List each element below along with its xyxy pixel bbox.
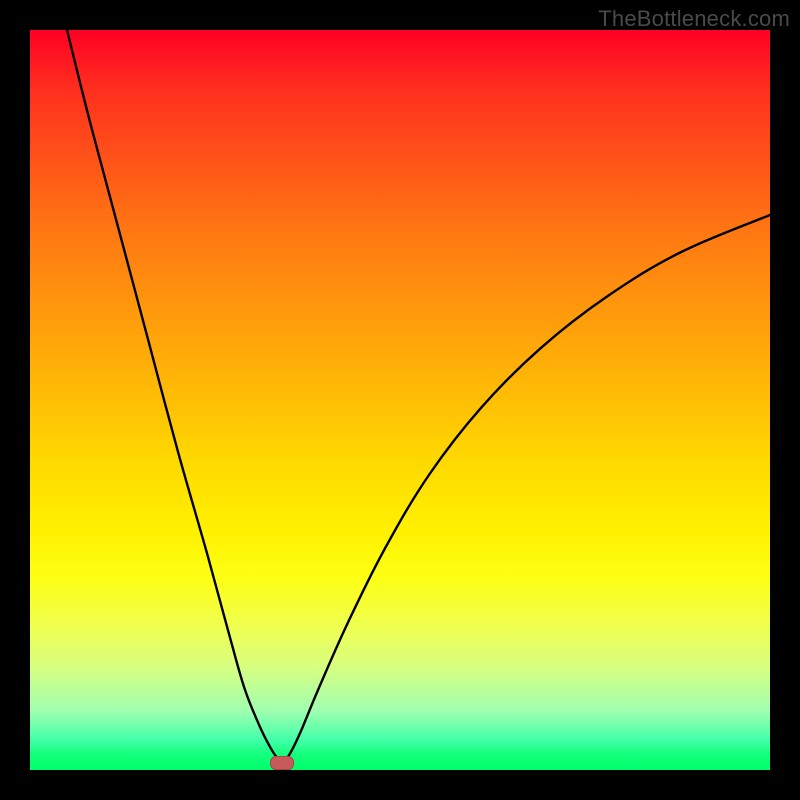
optimal-point-marker <box>270 756 294 770</box>
watermark-text: TheBottleneck.com <box>598 6 790 32</box>
chart-frame: TheBottleneck.com <box>0 0 800 800</box>
bottleneck-curve-svg <box>30 30 770 770</box>
bottleneck-curve-path <box>67 30 770 763</box>
